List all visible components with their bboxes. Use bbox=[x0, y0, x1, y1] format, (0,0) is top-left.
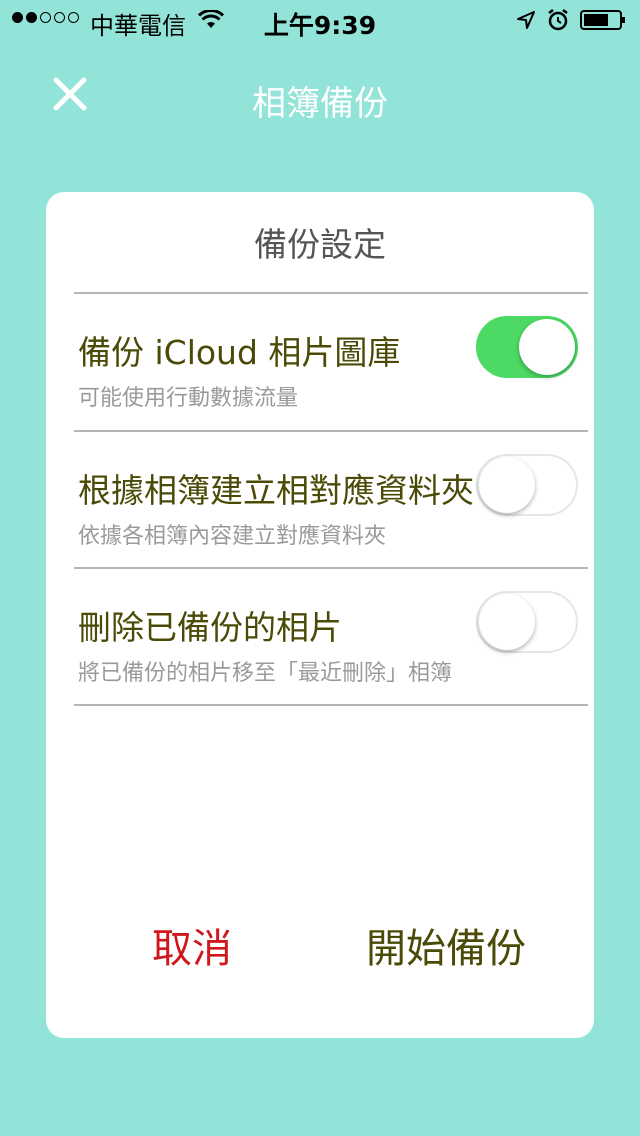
setting-row-album-folders: 根據相簿建立相對應資料夾 依據各相簿內容建立對應資料夾 bbox=[74, 432, 588, 568]
divider bbox=[74, 704, 588, 706]
cancel-button[interactable]: 取消 bbox=[152, 916, 232, 974]
setting-title: 刪除已備份的相片 bbox=[78, 608, 342, 647]
setting-subtitle: 可能使用行動數據流量 bbox=[78, 386, 299, 411]
carrier-name: 中華電信 bbox=[90, 12, 186, 40]
signal-strength-icon bbox=[12, 12, 79, 23]
close-icon[interactable] bbox=[50, 74, 90, 114]
setting-subtitle: 將已備份的相片移至「最近刪除」相簿 bbox=[78, 661, 453, 686]
setting-row-icloud-library: 備份 iCloud 相片圖庫 可能使用行動數據流量 bbox=[74, 294, 588, 430]
toggle-knob bbox=[519, 319, 575, 375]
status-bar: 中華電信 上午9:39 bbox=[0, 0, 640, 40]
setting-row-delete-backed-up: 刪除已備份的相片 將已備份的相片移至「最近刪除」相簿 bbox=[74, 569, 588, 705]
location-arrow-icon bbox=[517, 11, 535, 29]
backup-settings-card: 備份設定 備份 iCloud 相片圖庫 可能使用行動數據流量 根據相簿建立相對應… bbox=[46, 192, 594, 1038]
album-folders-toggle[interactable] bbox=[476, 454, 578, 516]
setting-subtitle: 依據各相簿內容建立對應資料夾 bbox=[78, 524, 387, 549]
wifi-icon bbox=[198, 10, 224, 28]
dialog-title: 備份設定 bbox=[254, 225, 386, 264]
setting-title: 備份 iCloud 相片圖庫 bbox=[78, 333, 401, 372]
delete-backed-up-toggle[interactable] bbox=[476, 591, 578, 653]
toggle-knob bbox=[479, 457, 535, 513]
setting-title: 根據相簿建立相對應資料夾 bbox=[78, 471, 474, 510]
start-backup-button[interactable]: 開始備份 bbox=[366, 916, 526, 974]
toggle-knob bbox=[479, 594, 535, 650]
page-title: 相簿備份 bbox=[252, 84, 388, 124]
icloud-library-toggle[interactable] bbox=[476, 316, 578, 378]
alarm-icon bbox=[548, 9, 568, 31]
battery-icon bbox=[580, 10, 625, 30]
